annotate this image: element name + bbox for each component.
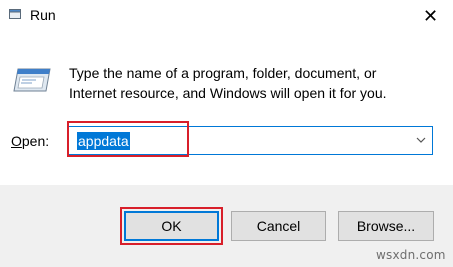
browse-button[interactable]: Browse... <box>338 211 434 241</box>
title-bar[interactable]: Run ✕ <box>0 0 453 32</box>
chevron-down-icon[interactable] <box>414 133 428 147</box>
window-title: Run <box>30 7 56 23</box>
description-line-1: Type the name of a program, folder, docu… <box>69 65 377 81</box>
run-description: Type the name of a program, folder, docu… <box>69 63 429 103</box>
run-app-icon <box>9 9 21 19</box>
open-input[interactable]: appdata <box>77 132 130 150</box>
run-dialog: Run ✕ Type the name of a program, folder… <box>0 0 453 267</box>
ok-button[interactable]: OK <box>124 211 219 241</box>
close-icon: ✕ <box>422 5 439 26</box>
open-label: Open: <box>11 133 49 149</box>
open-label-text: pen: <box>21 133 50 149</box>
open-label-accelerator: O <box>11 133 22 149</box>
description-line-2: Internet resource, and Windows will open… <box>69 85 387 101</box>
watermark: wsxdn.com <box>376 248 446 262</box>
run-dialog-icon <box>13 68 51 92</box>
content-panel <box>0 32 453 185</box>
open-combobox[interactable]: appdata <box>67 126 433 155</box>
cancel-button[interactable]: Cancel <box>231 211 326 241</box>
close-button[interactable]: ✕ <box>408 0 453 32</box>
